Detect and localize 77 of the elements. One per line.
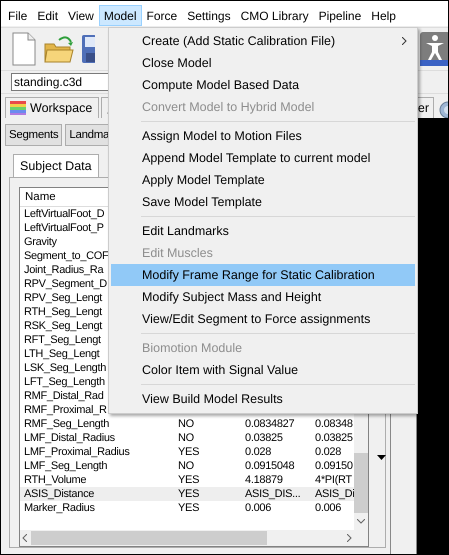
table-cell: RSK_Seg_Lengt <box>24 320 102 332</box>
table-cell: ASIS_Distance <box>24 488 94 500</box>
table-cell: 0.006 <box>315 502 342 514</box>
table-cell: 0.028 <box>245 446 272 458</box>
table-cell: 0.028 <box>315 446 342 458</box>
table-cell: NO <box>178 460 194 472</box>
subject-data-tab[interactable]: Subject Data <box>13 154 99 177</box>
menu-item[interactable]: Apply Model Template <box>111 169 415 191</box>
table-cell: YES <box>178 446 200 458</box>
scrollbar-thumb[interactable] <box>354 453 368 513</box>
table-cell: LeftVirtualFoot_P <box>24 222 104 234</box>
table-cell: RTH_Volume <box>24 474 86 486</box>
table-cell: LTH_Seg_Lengt <box>24 348 100 360</box>
table-cell: YES <box>178 474 200 486</box>
table-cell: 0.0834827 <box>245 418 294 430</box>
table-cell: LeftVirtualFoot_D <box>24 208 104 220</box>
table-cell: YES <box>178 488 200 500</box>
layers-icon <box>10 101 26 115</box>
workspace-tab[interactable]: Workspace <box>5 97 100 118</box>
table-cell: LMF_Seg_Length <box>24 460 108 472</box>
table-cell: RTH_Seg_Lengt <box>24 306 102 318</box>
menu-item[interactable]: Edit Landmarks <box>111 220 415 242</box>
menu-item[interactable]: View/Edit Segment to Force assignments <box>111 308 415 330</box>
table-cell: 0.09150 <box>315 460 353 472</box>
menu-item[interactable]: View <box>63 5 99 26</box>
open-folder-icon[interactable] <box>43 34 75 64</box>
menu-item[interactable]: Help <box>366 5 401 26</box>
new-file-icon[interactable] <box>11 32 37 66</box>
table-cell: Gravity <box>24 236 57 248</box>
menu-item[interactable]: Edit <box>32 5 64 26</box>
table-cell: 0.03825 <box>245 432 283 444</box>
panel-button[interactable]: Segments <box>5 124 62 146</box>
scroll-left-icon[interactable] <box>22 534 27 542</box>
menu-item[interactable]: View Build Model Results <box>111 388 415 410</box>
table-cell: 4.18879 <box>245 474 283 486</box>
menu-item[interactable]: Settings <box>182 5 236 26</box>
menu-item[interactable]: Close Model <box>111 52 415 74</box>
table-cell: LMF_Proximal_Radius <box>24 446 130 458</box>
scroll-right-icon[interactable] <box>347 534 352 542</box>
table-cell: LSK_Seg_Length <box>24 362 106 374</box>
table-cell: 0.03825 <box>315 432 353 444</box>
model-person-icon[interactable] <box>419 31 448 67</box>
table-cell: LFT_Seg_Length <box>24 376 105 388</box>
table-cell: 0.08348 <box>315 418 353 430</box>
menu-item[interactable]: Color Item with Signal Value <box>111 359 415 381</box>
table-cell: 0.0915048 <box>245 460 294 472</box>
table-cell: RMF_Proximal_R <box>24 404 107 416</box>
menu-item[interactable]: Pipeline <box>314 5 366 26</box>
table-cell: RPV_Seg_Lengt <box>24 292 102 304</box>
table-cell: YES <box>178 502 200 514</box>
menu-item[interactable]: Append Model Template to current model <box>111 147 415 169</box>
table-cell: RFT_Seg_Lengt <box>24 334 101 346</box>
menu-item[interactable]: CMO Library <box>236 5 314 26</box>
table-cell: 0.006 <box>245 502 272 514</box>
menu-item[interactable]: File <box>3 5 32 26</box>
menu-item[interactable]: Assign Model to Motion Files <box>111 125 415 147</box>
table-cell: RMF_Seg_Length <box>24 418 110 430</box>
table-cell: NO <box>178 432 194 444</box>
menu-item[interactable]: Model <box>98 5 142 26</box>
menu-item[interactable]: Force <box>142 5 182 26</box>
table-cell: RPV_Segment_D <box>24 278 107 290</box>
caret-icon[interactable] <box>377 455 386 460</box>
table-cell: NO <box>178 418 194 430</box>
menu-item[interactable]: Create (Add Static Calibration File) <box>111 30 415 52</box>
globe-icon[interactable] <box>438 100 448 118</box>
scrollbar-thumb[interactable] <box>31 531 267 545</box>
table-cell: 4*PI(RT <box>315 474 352 486</box>
scroll-down-icon[interactable] <box>357 519 366 524</box>
table-cell: LMF_Distal_Radius <box>24 432 115 444</box>
table-cell: RMF_Distal_Rad <box>24 390 104 402</box>
menu-item[interactable]: Modify Subject Mass and Height <box>111 286 415 308</box>
table-cell: ASIS_DIS... <box>245 488 300 500</box>
table-cell: ASIS_Di <box>315 488 354 500</box>
table-cell: Segment_to_COF <box>24 250 108 262</box>
table-cell: Joint_Radius_Ra <box>24 264 104 276</box>
menu-item[interactable]: Modify Frame Range for Static Calibration <box>111 264 415 286</box>
table-cell: Marker_Radius <box>24 502 95 514</box>
